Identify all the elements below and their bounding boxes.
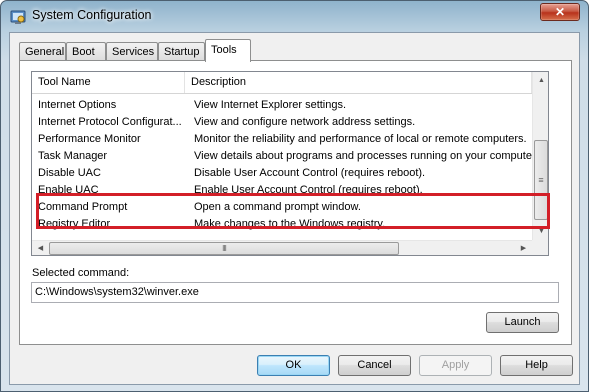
cancel-button[interactable]: Cancel: [338, 355, 411, 376]
close-icon: ✕: [554, 5, 566, 19]
window-title: System Configuration: [32, 8, 152, 22]
tool-description: Make changes to the Windows registry.: [194, 218, 386, 230]
list-header: Tool Name Description: [32, 72, 548, 94]
tab-boot[interactable]: Boot: [66, 42, 106, 61]
tab-tools[interactable]: Tools: [205, 39, 251, 62]
ok-button[interactable]: OK: [257, 355, 330, 376]
scrollbar-corner: [532, 240, 548, 255]
help-button[interactable]: Help: [500, 355, 573, 376]
horizontal-scroll-thumb[interactable]: III: [49, 242, 399, 255]
tool-name: Command Prompt: [38, 201, 128, 213]
list-item[interactable]: Performance Monitor Monitor the reliabil…: [32, 131, 532, 148]
tool-description: View details about programs and processe…: [194, 150, 534, 162]
vertical-scroll-thumb[interactable]: ≡: [534, 140, 548, 220]
list-item[interactable]: Disable UAC Disable User Account Control…: [32, 165, 532, 182]
tool-name: Internet Protocol Configurat...: [38, 116, 182, 128]
launch-button[interactable]: Launch: [486, 312, 559, 333]
column-header-description[interactable]: Description: [185, 72, 532, 93]
selected-command-label: Selected command:: [32, 267, 130, 279]
tool-name: Internet Options: [38, 99, 117, 111]
apply-button[interactable]: Apply: [419, 355, 492, 376]
column-header-tool-name[interactable]: Tool Name: [32, 72, 185, 93]
tool-name: Registry Editor: [38, 218, 111, 230]
scroll-right-arrow-icon[interactable]: ▶: [515, 241, 532, 255]
tool-description: View Internet Explorer settings.: [194, 99, 347, 111]
list-item[interactable]: Enable UAC Enable User Account Control (…: [32, 182, 532, 199]
tab-general[interactable]: General: [19, 42, 66, 61]
list-item[interactable]: Internet Options View Internet Explorer …: [32, 97, 532, 114]
tool-description: Open a command prompt window.: [194, 201, 361, 213]
list-item[interactable]: Registry Editor Make changes to the Wind…: [32, 216, 532, 233]
selected-command-field[interactable]: C:\Windows\system32\winver.exe: [31, 282, 559, 303]
tool-description: View and configure network address setti…: [194, 116, 416, 128]
list-item[interactable]: Internet Protocol Configurat... View and…: [32, 114, 532, 131]
dialog-client-area: General Boot Services Startup Tools Tool…: [9, 32, 580, 385]
vertical-scrollbar[interactable]: ▲ ≡ ▼: [532, 72, 548, 240]
tool-name: Task Manager: [38, 150, 108, 162]
tool-description: Disable User Account Control (requires r…: [194, 167, 426, 179]
tool-name: Performance Monitor: [38, 133, 141, 145]
tool-name: Enable UAC: [38, 184, 99, 196]
msconfig-app-icon: [10, 9, 26, 25]
tool-name: Disable UAC: [38, 167, 101, 179]
scroll-left-arrow-icon[interactable]: ◀: [32, 241, 49, 255]
close-button[interactable]: ✕: [540, 3, 580, 21]
list-item[interactable]: Task Manager View details about programs…: [32, 148, 534, 165]
scroll-up-arrow-icon[interactable]: ▲: [533, 72, 548, 89]
title-bar[interactable]: System Configuration ✕: [1, 1, 588, 32]
tools-list[interactable]: Tool Name Description Internet Options V…: [31, 71, 549, 256]
list-item[interactable]: Command Prompt Open a command prompt win…: [32, 199, 532, 216]
tool-description: Enable User Account Control (requires re…: [194, 184, 423, 196]
horizontal-scrollbar[interactable]: ◀ III ▶: [32, 240, 532, 255]
system-configuration-window: System Configuration ✕ General Boot Serv…: [0, 0, 589, 392]
tab-startup[interactable]: Startup: [158, 42, 205, 61]
scroll-down-arrow-icon[interactable]: ▼: [533, 223, 548, 240]
tool-description: Monitor the reliability and performance …: [194, 133, 527, 145]
tab-services[interactable]: Services: [106, 42, 158, 61]
